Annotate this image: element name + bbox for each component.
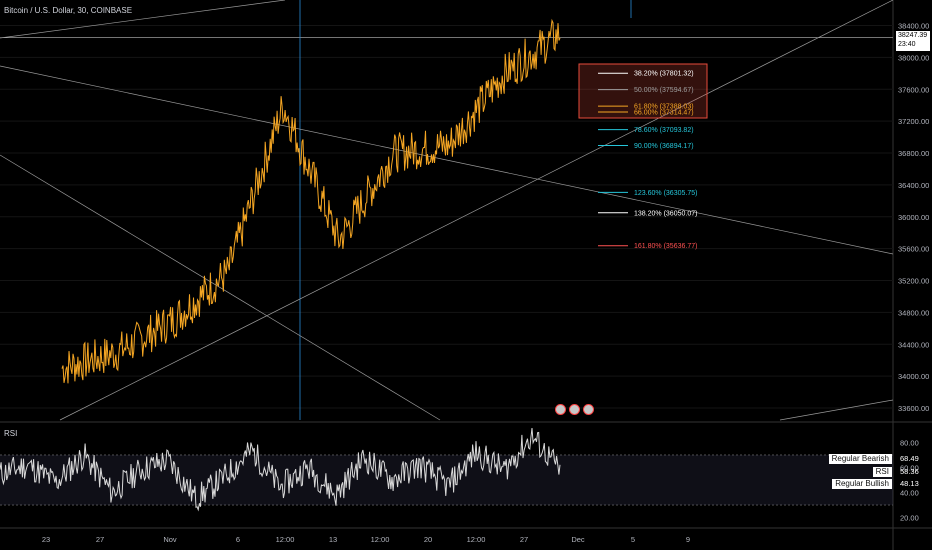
trend-line [0, 65, 894, 255]
time-tick-label: 12:00 [276, 535, 295, 544]
us-flag-event-icon[interactable] [569, 404, 580, 415]
bar-countdown: 23:40 [898, 41, 916, 48]
time-tick-label: Dec [571, 535, 585, 544]
time-tick-label: 23 [42, 535, 50, 544]
price-tick-label: 34000.00 [898, 372, 929, 381]
fib-level-label: 138.20% (36050.07) [634, 210, 697, 217]
trend-lines [0, 0, 894, 421]
price-tick-label: 36800.00 [898, 149, 929, 158]
rsi-legend-bearish: Regular Bearish [828, 454, 892, 464]
price-tick-label: 35200.00 [898, 277, 929, 286]
fib-level-label: 78.60% (37093.82) [634, 127, 694, 134]
time-tick-label: 20 [424, 535, 432, 544]
price-tick-label: 35600.00 [898, 245, 929, 254]
rsi-legend-rsi: RSI [872, 467, 892, 477]
time-tick-label: 9 [686, 535, 690, 544]
rsi-tick-label: 80.00 [900, 439, 919, 448]
price-series-line [61, 18, 561, 384]
price-tick-label: 36400.00 [898, 181, 929, 190]
rsi-legend-bullish: Regular Bullish [832, 479, 892, 489]
us-flag-event-icon[interactable] [555, 404, 566, 415]
price-tick-label: 38000.00 [898, 53, 929, 62]
time-tick-label: 12:00 [467, 535, 486, 544]
fib-level-label: 38.20% (37801.32) [634, 71, 694, 78]
time-tick-label: 5 [631, 535, 635, 544]
time-tick-label: 27 [96, 535, 104, 544]
trend-line [59, 0, 894, 421]
fib-level-label: 50.00% (37594.67) [634, 87, 694, 94]
time-tick-label: 13 [329, 535, 337, 544]
fib-level-label: 123.60% (36305.75) [634, 190, 697, 197]
price-tick-label: 34800.00 [898, 308, 929, 317]
fib-level-label: 90.00% (36894.17) [634, 143, 694, 150]
price-tick-label: 37200.00 [898, 117, 929, 126]
rsi-legend-value: 68.49 [900, 454, 919, 463]
fibonacci-levels: 38.20% (37801.32)50.00% (37594.67)61.80%… [578, 63, 708, 250]
rsi-tick-label: 40.00 [900, 489, 919, 498]
price-tick-label: 33600.00 [898, 404, 929, 413]
rsi-legend-value: 48.13 [900, 479, 919, 488]
time-tick-label: Nov [163, 535, 177, 544]
rsi-pane-title: RSI [4, 429, 18, 438]
time-tick-label: 6 [236, 535, 240, 544]
time-tick-label: 27 [520, 535, 528, 544]
time-tick-label: 12:00 [371, 535, 390, 544]
chart-canvas[interactable]: 38.20% (37801.32)50.00% (37594.67)61.80%… [0, 0, 932, 550]
price-tick-label: 37600.00 [898, 85, 929, 94]
fib-level-label: 66.00% (37314.47) [634, 110, 694, 117]
trend-line [779, 399, 894, 421]
price-tick-label: 38400.00 [898, 22, 929, 31]
fib-level-label: 161.80% (35636.77) [634, 243, 697, 250]
price-tick-label: 34400.00 [898, 340, 929, 349]
last-price-value: 38247.39 [898, 32, 928, 39]
rsi-legend-value: 58.36 [900, 467, 919, 476]
grid [0, 0, 932, 550]
chart-title: Bitcoin / U.S. Dollar, 30, COINBASE [4, 6, 133, 15]
price-tick-label: 36000.00 [898, 213, 929, 222]
us-flag-event-icon[interactable] [583, 404, 594, 415]
last-price-tag: 38247.39 23:40 [896, 31, 930, 51]
rsi-tick-label: 20.00 [900, 514, 919, 523]
